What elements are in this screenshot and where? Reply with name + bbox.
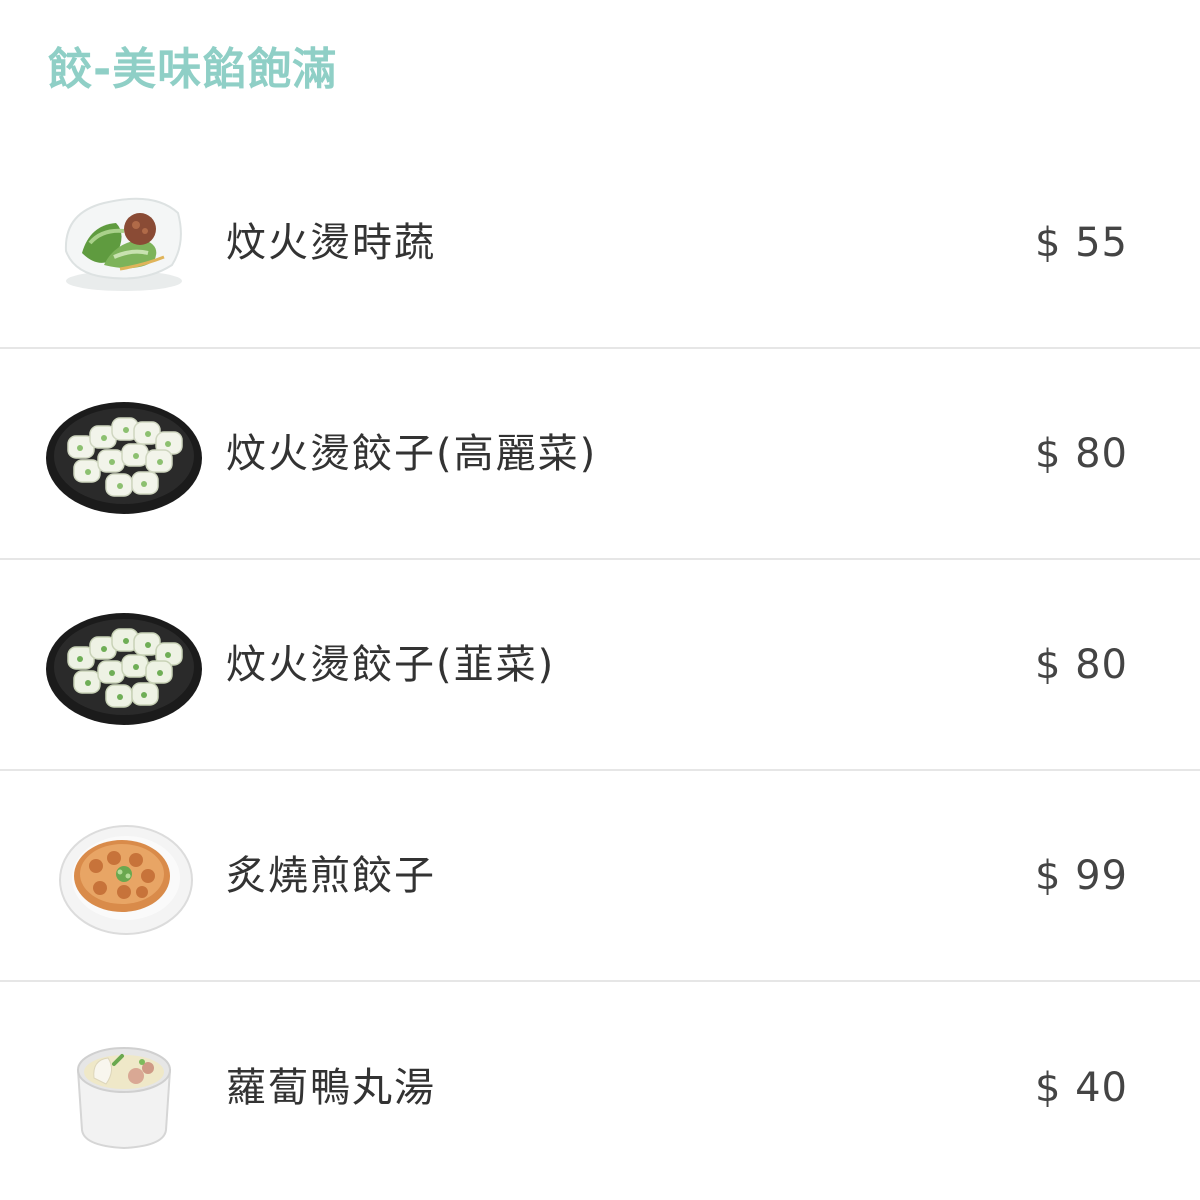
radish-duck-ball-soup-icon xyxy=(44,1018,204,1158)
item-price: $ 55 xyxy=(1034,219,1128,266)
item-price: $ 99 xyxy=(1034,852,1128,899)
item-name: 炆火燙餃子(韮菜) xyxy=(226,641,556,688)
blanched-greens-dish-icon xyxy=(44,173,204,313)
item-price: $ 80 xyxy=(1034,430,1128,477)
menu-item[interactable]: 炆火燙餃子(高麗菜) $ 80 xyxy=(0,349,1200,560)
item-price: $ 40 xyxy=(1034,1064,1128,1111)
menu-item[interactable]: 炆火燙餃子(韮菜) $ 80 xyxy=(0,560,1200,771)
menu-item[interactable]: 炙燒煎餃子 $ 99 xyxy=(0,771,1200,982)
menu-item[interactable]: 蘿蔔鴨丸湯 $ 40 xyxy=(0,982,1200,1193)
item-name: 炆火燙時蔬 xyxy=(226,219,436,266)
item-name: 炙燒煎餃子 xyxy=(226,852,436,899)
boiled-dumplings-plate-icon xyxy=(44,595,204,735)
item-name: 蘿蔔鴨丸湯 xyxy=(226,1064,436,1111)
item-price: $ 80 xyxy=(1034,641,1128,688)
item-name: 炆火燙餃子(高麗菜) xyxy=(226,430,598,477)
menu-list: 炆火燙時蔬 $ 55 炆火燙餃子(高麗菜) $ 80 炆火燙餃子(韮菜) $ 8… xyxy=(0,138,1200,1193)
boiled-dumplings-plate-icon xyxy=(44,384,204,524)
pan-fried-dumplings-plate-icon xyxy=(44,806,204,946)
menu-item[interactable]: 炆火燙時蔬 $ 55 xyxy=(0,138,1200,349)
section-title: 餃-美味餡飽滿 xyxy=(48,44,338,95)
